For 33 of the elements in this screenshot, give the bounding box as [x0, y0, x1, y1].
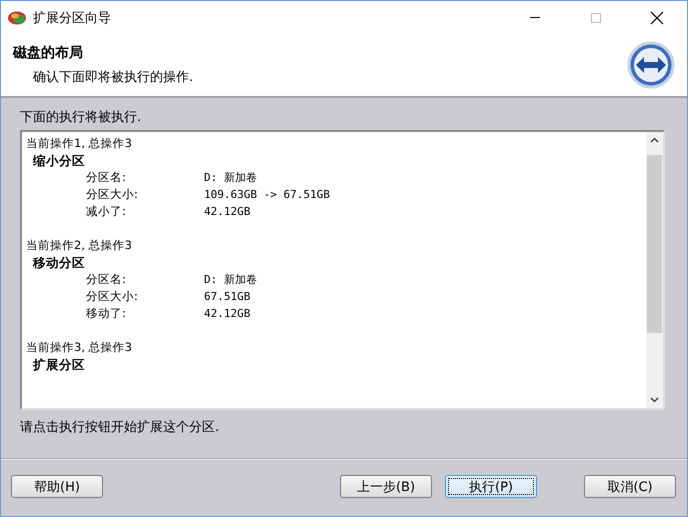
field-label: 分区大小:	[85, 288, 139, 305]
hint-text: 请点击执行按钮开始扩展这个分区.	[20, 419, 220, 436]
field-label: 分区名:	[85, 271, 127, 288]
field-value: 42.12GB	[204, 306, 250, 322]
field-value: D: 新加卷	[204, 170, 257, 186]
execute-button[interactable]: 执行(P)	[445, 475, 537, 498]
operation-title: 缩小分区	[32, 152, 86, 169]
operation-step: 当前操作2, 总操作3	[26, 237, 642, 254]
operation-step: 当前操作1, 总操作3	[26, 135, 642, 152]
scroll-thumb[interactable]	[647, 155, 662, 333]
field-label: 移动了:	[85, 305, 127, 322]
cancel-button[interactable]: 取消(C)	[584, 475, 676, 498]
app-icon	[7, 10, 27, 26]
field-value: 42.12GB	[204, 204, 250, 220]
scrollbar[interactable]	[646, 132, 663, 408]
field-label: 分区大小:	[85, 186, 139, 203]
window-title: 扩展分区向导	[33, 10, 111, 26]
operation-title: 扩展分区	[32, 356, 86, 373]
operation-step: 当前操作3, 总操作3	[26, 339, 642, 356]
list-label: 下面的执行将被执行.	[20, 109, 142, 126]
field-value: 109.63GB -> 67.51GB	[204, 187, 330, 203]
field-value: D: 新加卷	[204, 272, 257, 288]
minimize-icon	[530, 17, 540, 18]
close-icon	[650, 10, 664, 24]
field-value: 67.51GB	[204, 289, 250, 305]
header-title: 磁盘的布局	[13, 44, 84, 62]
field-label: 减小了:	[85, 203, 127, 220]
maximize-icon	[590, 12, 602, 24]
back-button[interactable]: 上一步(B)	[340, 475, 432, 498]
help-button[interactable]: 帮助(H)	[11, 475, 103, 498]
operation-title: 移动分区	[32, 254, 86, 271]
field-label: 分区名:	[85, 169, 127, 186]
header-subtitle: 确认下面即将被执行的操作.	[32, 69, 194, 86]
